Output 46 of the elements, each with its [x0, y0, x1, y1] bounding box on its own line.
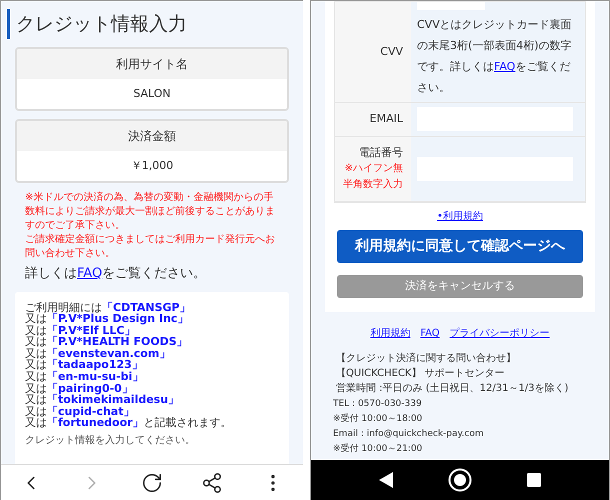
field-label: 電話番号: [359, 144, 403, 160]
contact-text: ※受付 10:00～21:00: [333, 443, 424, 455]
cvv-help-text: CVVとはクレジットカード裏面の末尾3桁(一部表面4桁)の数字です。詳しくはFAQをご覧ください。: [417, 17, 573, 96]
statement-line: 又は「en-mu-su-bi」: [25, 371, 144, 383]
contact-text: Email : info@quickcheck-pay.com: [333, 428, 485, 440]
statement-line: 又は「evenstevan.com」: [25, 348, 172, 360]
statement-line: ご利用明細には「CDTANSGP」: [25, 302, 192, 314]
footer-link[interactable]: 利用規約: [370, 326, 410, 341]
notice-text: ※米ドルでの決済の為、為替の変動・金融機関からの手数料によりご請求が最大一割ほど前後することがありますのでご了承下さい。: [25, 191, 276, 233]
contact-text: 営業時間 :平日のみ (土日祝日、12/31～1/3を除く): [335, 383, 570, 395]
card-label: 利用サイト名: [116, 56, 188, 73]
instruction-text: クレジット情報を入力してください。: [25, 434, 196, 448]
terms-link[interactable]: •利用規約: [437, 209, 483, 224]
statement-line: 又は「pairing0-0」: [25, 382, 133, 394]
field-note: ※ハイフン無: [344, 162, 403, 176]
footer-link[interactable]: プライバシーポリシー: [450, 326, 550, 341]
share-icon[interactable]: [201, 472, 224, 494]
field-label: EMAIL: [370, 111, 403, 127]
field-label: CVV: [380, 44, 403, 60]
text-input[interactable]: [417, 2, 485, 10]
statement-line: 又は「P.V*Plus Design Inc」: [25, 313, 190, 325]
faq-link[interactable]: FAQ: [77, 266, 102, 281]
contact-text: ※受付 10:00～18:00: [333, 413, 424, 425]
reload-icon[interactable]: [140, 472, 163, 494]
statement-line: 又は「fortunedoor」と記載されます。: [25, 417, 233, 430]
statement-line: 又は「tokimekimaildesu」: [25, 394, 180, 406]
page-title: クレジット情報入力: [16, 12, 187, 37]
statement-line: 又は「cupid-chat」: [25, 406, 136, 418]
faq-link[interactable]: FAQ: [494, 60, 516, 73]
contact-text: TEL : 0570-030-339: [333, 398, 423, 410]
card-value: ￥1,000: [130, 158, 174, 174]
footer-link[interactable]: FAQ: [420, 326, 440, 341]
card-value: SALON: [133, 86, 171, 102]
statement-line: 又は「P.V*Elf LLC」: [25, 324, 136, 336]
statement-line: 又は「tadaapo123」: [25, 359, 144, 372]
back-icon[interactable]: [378, 472, 393, 488]
field-note: 半角数字入力: [343, 178, 403, 192]
recents-icon[interactable]: [527, 473, 542, 487]
faq-sentence: 詳しくはFAQをご覧ください。: [25, 265, 208, 283]
contact-text: 【QUICKCHECK】 サポートセンター: [335, 368, 506, 380]
statement-line: 又は「P.V*HEALTH FOODS」: [25, 336, 189, 348]
contact-text: 【クレジット決済に関する問い合わせ】: [335, 353, 517, 365]
agree-button[interactable]: 利用規約に同意して確認ページへ: [337, 230, 583, 263]
home-icon[interactable]: [448, 468, 472, 492]
card-label: 決済金額: [128, 128, 176, 145]
notice-text: ご請求確定金額につきましてはご利用カード発行元へお問い合わせ下さい。: [25, 233, 276, 261]
